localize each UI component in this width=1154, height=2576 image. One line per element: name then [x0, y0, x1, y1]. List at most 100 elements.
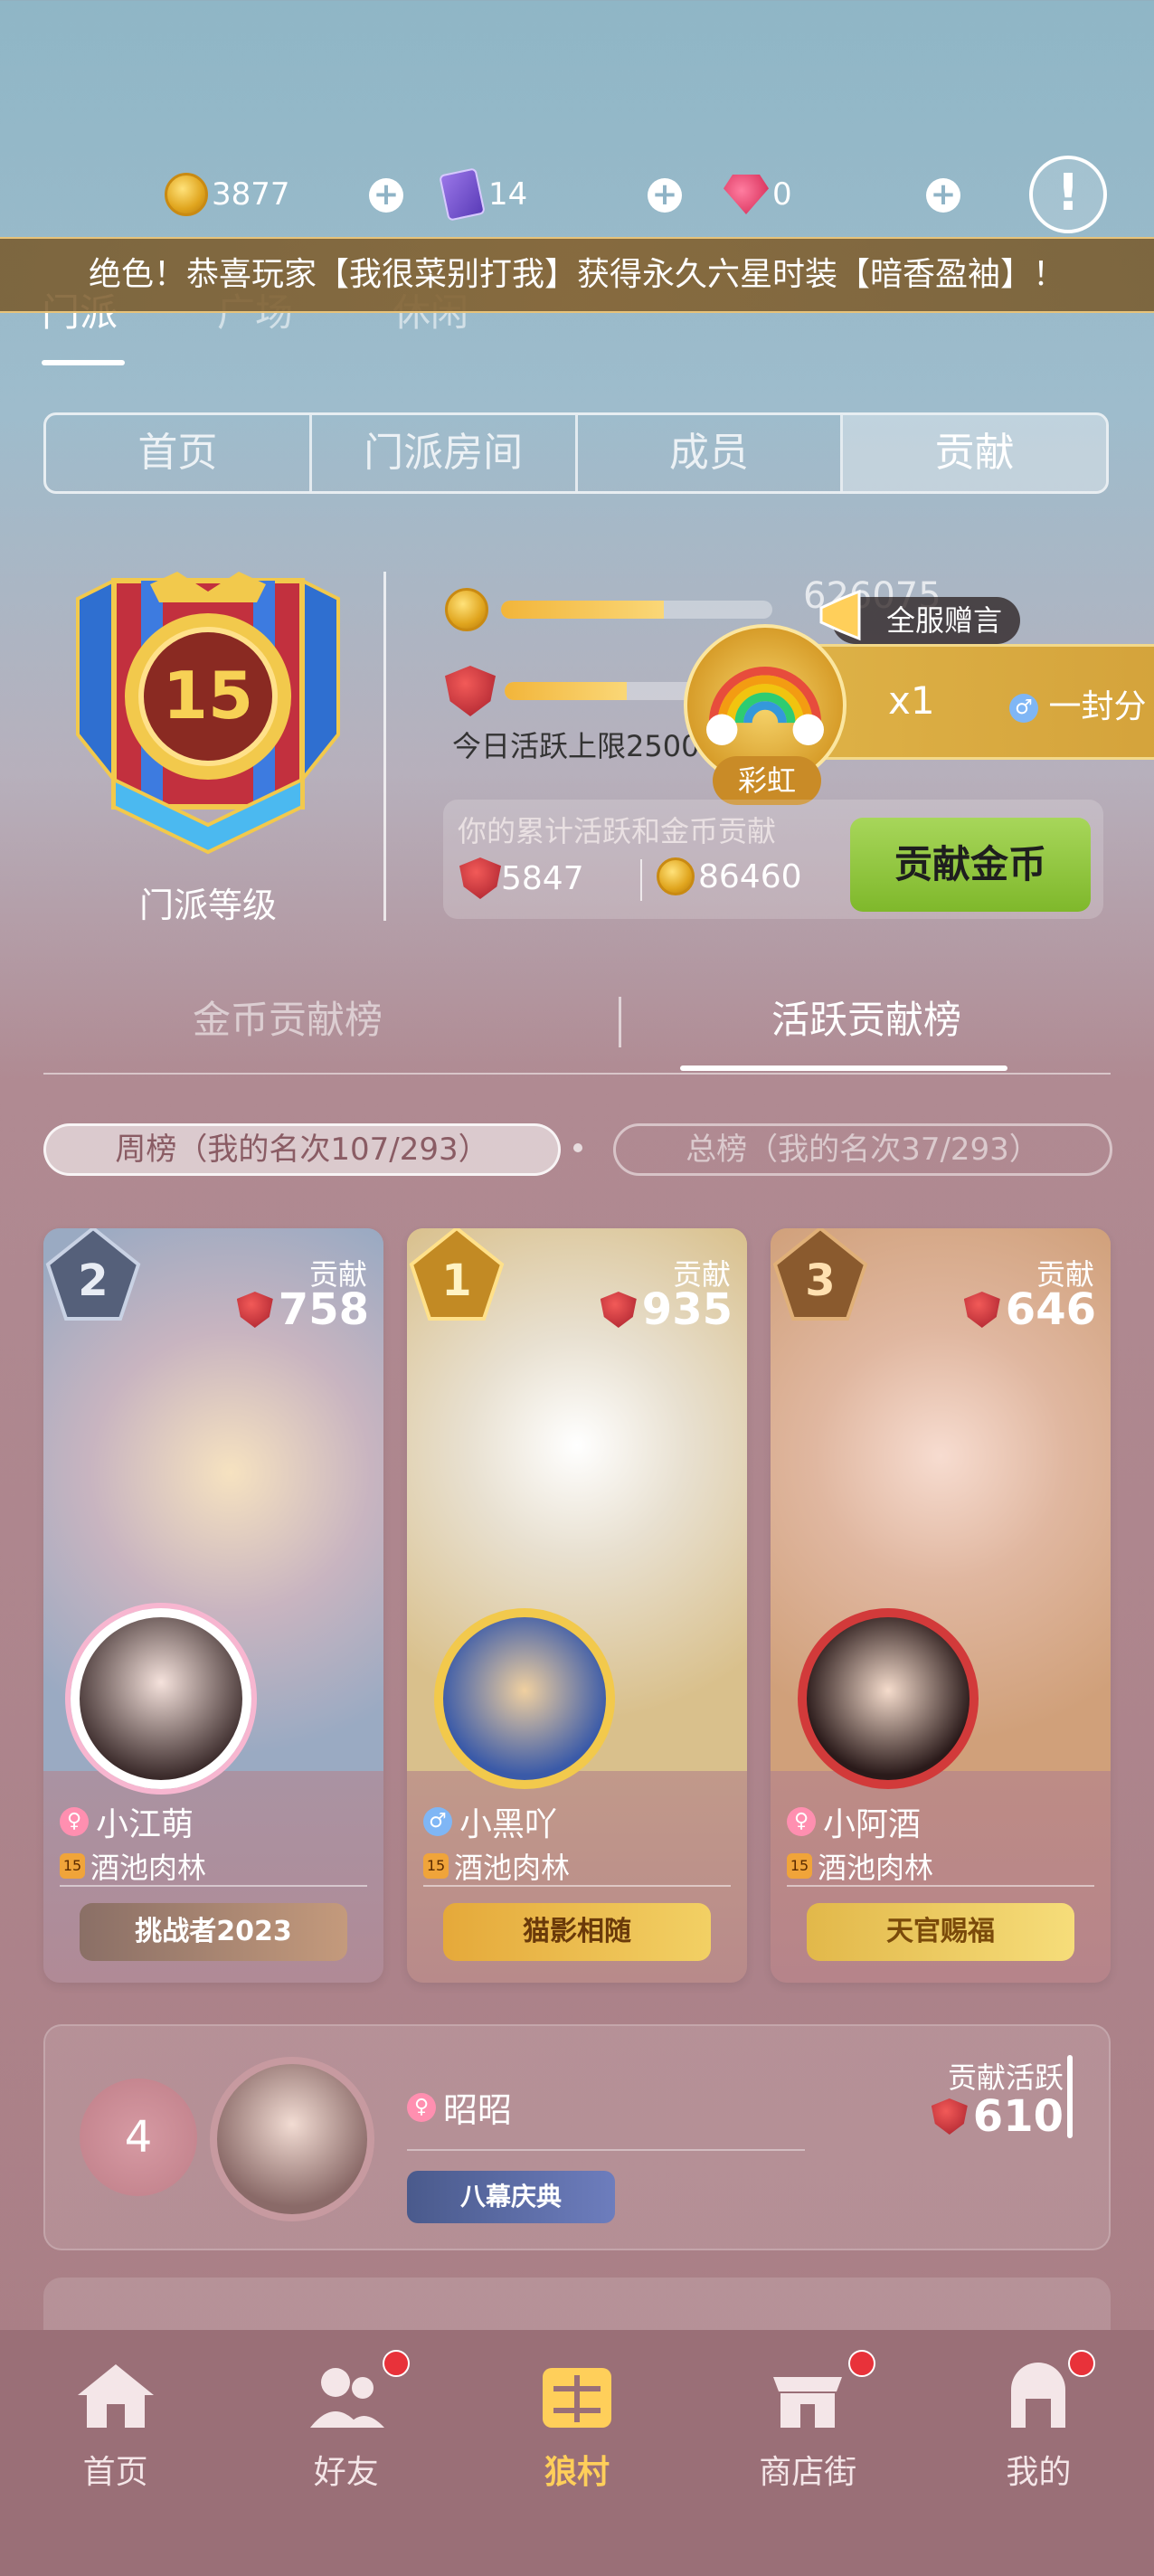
guild-name: 15 酒池肉林: [787, 1845, 933, 1887]
divider: [423, 1885, 731, 1887]
female-icon: ♀: [60, 1807, 89, 1836]
title-badge: 八幕庆典: [407, 2171, 615, 2223]
top-tab-underline: [42, 360, 125, 365]
announcement-marquee: 绝色！恭喜玩家【我很菜别打我】获得永久六星时装【暗香盈袖】！: [0, 237, 1154, 313]
avatar[interactable]: [71, 1608, 251, 1789]
nav-label: 狼村: [544, 2454, 610, 2491]
scroll-indicator: [1067, 2055, 1073, 2138]
rank-card-2[interactable]: 2 贡献 758 ♀ 小江萌 15 酒池肉林 挑战者2023: [43, 1228, 383, 1983]
rank-separator: [619, 997, 621, 1047]
shop-icon: [773, 2377, 843, 2428]
nav-label: 好友: [313, 2454, 379, 2491]
exclamation-icon: !: [1056, 164, 1080, 223]
player-name: ♂ 小黑吖: [423, 1798, 557, 1845]
notice-button[interactable]: !: [1029, 156, 1107, 233]
rank-card-3[interactable]: 3 贡献 646 ♀ 小阿酒 15 酒池肉林 天官赐福: [771, 1228, 1111, 1983]
rank-card-1[interactable]: 1 贡献 935 ♂ 小黑吖 15 酒池肉林 猫影相随: [407, 1228, 747, 1983]
coin-progress-bar: [501, 601, 772, 619]
card-icon: [439, 167, 486, 222]
tab-sect-room[interactable]: 门派房间: [312, 415, 578, 491]
contribution-value: 646: [963, 1284, 1096, 1335]
coin-icon: [165, 173, 208, 216]
rank-tab-underline: [680, 1065, 1007, 1071]
female-icon: ♀: [407, 2092, 436, 2122]
notification-dot: [383, 2350, 411, 2377]
rank-number: 4: [80, 2079, 197, 2196]
sect-level-label: 门派等级: [138, 886, 277, 925]
tab-members[interactable]: 成员: [578, 415, 844, 491]
village-icon: [543, 2368, 611, 2428]
gift-name: 彩虹: [713, 756, 821, 805]
activity-icon: [445, 666, 496, 716]
notification-dot: [847, 2350, 875, 2377]
coin-progress-row: [445, 588, 772, 631]
rank-1-medal: 1: [409, 1228, 505, 1321]
contribution-value: 935: [600, 1284, 733, 1335]
title-badge: 猫影相随: [443, 1903, 711, 1961]
ranking-tabs: 金币贡献榜 活跃贡献榜: [43, 980, 1111, 1071]
nav-profile[interactable]: 我的: [923, 2330, 1154, 2576]
nav-label: 商店街: [759, 2454, 857, 2491]
sect-level-badge: 15: [76, 572, 340, 855]
coin-counter: 3877: [165, 163, 290, 226]
svg-text:3: 3: [805, 1255, 835, 1306]
rank-2-medal: 2: [45, 1228, 141, 1321]
divider: [60, 1885, 367, 1887]
guild-name: 15 酒池肉林: [60, 1845, 206, 1887]
guild-level-icon: 15: [787, 1853, 812, 1879]
contribute-coins-button[interactable]: 贡献金币: [850, 818, 1091, 912]
vertical-divider: [383, 572, 386, 921]
activity-icon: [963, 1292, 1000, 1328]
activity-icon: [459, 857, 501, 899]
guild-name: 15 酒池肉林: [423, 1845, 570, 1887]
gem-amount: 0: [772, 176, 792, 213]
sect-level-number: 15: [163, 658, 253, 734]
rank-row-4[interactable]: 4 ♀ 昭昭 八幕庆典 贡献活跃 610: [43, 2024, 1111, 2250]
nav-label: 我的: [1006, 2454, 1072, 2491]
player-name: ♀ 小阿酒: [787, 1798, 921, 1845]
male-icon: ♂: [1009, 694, 1038, 723]
rank-divider: [43, 1073, 1111, 1075]
activity-icon: [236, 1292, 273, 1328]
gem-icon: [724, 175, 769, 214]
home-icon: [77, 2364, 154, 2428]
card-counter: 14: [439, 163, 528, 226]
card-amount: 14: [488, 176, 528, 213]
title-badge: 挑战者2023: [80, 1903, 347, 1961]
divider: [407, 2149, 805, 2151]
title-badge: 天官赐福: [807, 1903, 1074, 1961]
contribution-title: 你的累计活跃和金币贡献: [458, 814, 777, 848]
player-name: ♀ 小江萌: [60, 1798, 194, 1845]
contribution-value: 610: [931, 2091, 1064, 2142]
gift-count: x1: [888, 678, 935, 723]
add-gems-button[interactable]: +: [926, 178, 960, 213]
rank-row-5-partial[interactable]: [43, 2278, 1111, 2332]
avatar[interactable]: [210, 2057, 374, 2221]
tab-activity-ranking[interactable]: 活跃贡献榜: [622, 990, 1111, 1045]
male-icon: ♂: [423, 1807, 452, 1836]
tab-coin-ranking[interactable]: 金币贡献榜: [43, 990, 532, 1045]
nav-home[interactable]: 首页: [0, 2330, 231, 2576]
bottom-nav: 首页 好友 狼村 商店街 我的: [0, 2330, 1154, 2576]
total-ranking-pill[interactable]: 总榜（我的名次37/293）: [613, 1123, 1112, 1176]
divider: [787, 1885, 1094, 1887]
avatar[interactable]: [798, 1608, 979, 1789]
notification-dot: [1067, 2350, 1095, 2377]
gift-message: ♂ 一封分: [1009, 680, 1146, 727]
guild-level-icon: 15: [60, 1853, 85, 1879]
nav-friends[interactable]: 好友: [231, 2330, 461, 2576]
activity-icon: [931, 2098, 968, 2135]
nav-village[interactable]: 狼村: [461, 2330, 692, 2576]
gem-counter: 0: [724, 163, 792, 226]
tab-contribution[interactable]: 贡献: [843, 415, 1106, 491]
avatar[interactable]: [434, 1608, 615, 1789]
add-coins-button[interactable]: +: [369, 178, 403, 213]
coin-amount: 3877: [212, 176, 290, 213]
daily-limit-text: 今日活跃上限2500: [452, 729, 700, 763]
tab-home[interactable]: 首页: [46, 415, 312, 491]
contribution-value: 758: [236, 1284, 369, 1335]
weekly-ranking-pill[interactable]: 周榜（我的名次107/293）: [43, 1123, 561, 1176]
add-cards-button[interactable]: +: [648, 178, 682, 213]
nav-shop-street[interactable]: 商店街: [693, 2330, 923, 2576]
svg-text:2: 2: [78, 1255, 108, 1306]
